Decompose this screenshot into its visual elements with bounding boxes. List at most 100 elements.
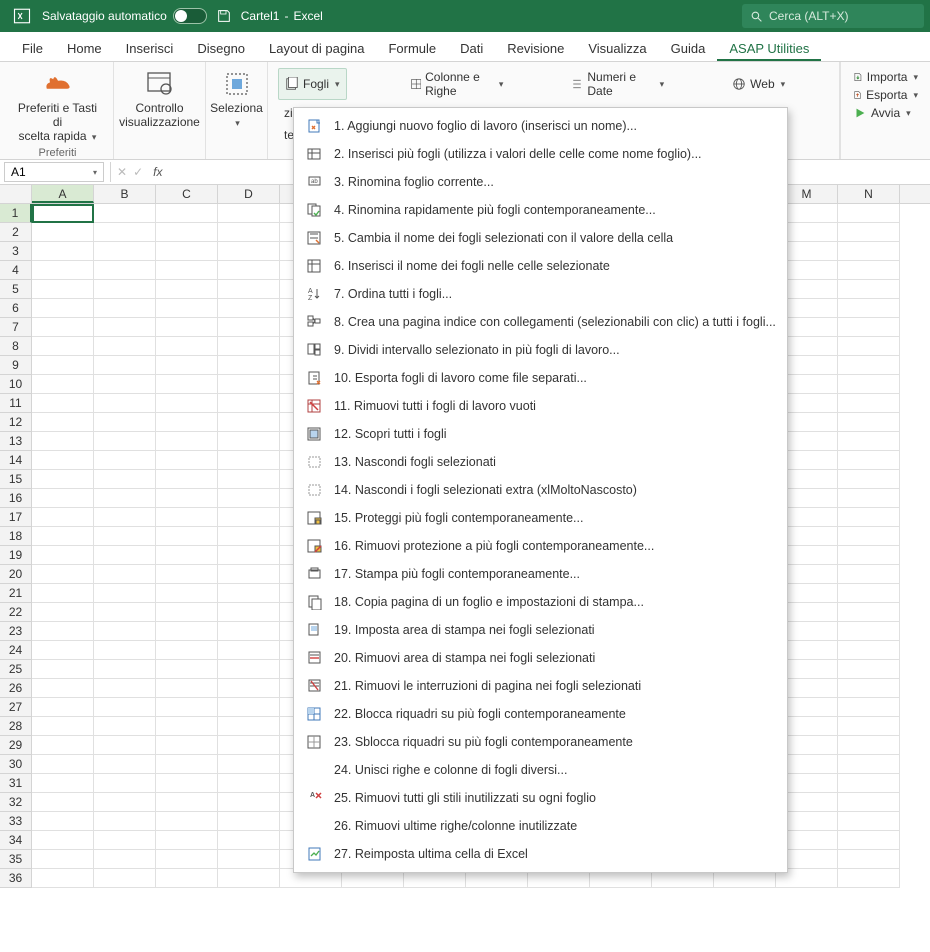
cell[interactable] — [838, 698, 900, 717]
cell[interactable] — [156, 337, 218, 356]
cell[interactable] — [218, 660, 280, 679]
cell[interactable] — [218, 204, 280, 223]
cell[interactable] — [156, 850, 218, 869]
cell[interactable] — [218, 850, 280, 869]
cell[interactable] — [218, 451, 280, 470]
cell[interactable] — [32, 261, 94, 280]
cell[interactable] — [156, 508, 218, 527]
cell[interactable] — [156, 223, 218, 242]
cell[interactable] — [156, 299, 218, 318]
cell[interactable] — [838, 869, 900, 888]
chevron-down-icon[interactable]: ▾ — [93, 168, 97, 177]
row-header[interactable]: 22 — [0, 603, 32, 622]
cell[interactable] — [94, 432, 156, 451]
cell[interactable] — [32, 223, 94, 242]
cell[interactable] — [94, 565, 156, 584]
cell[interactable] — [156, 451, 218, 470]
cell[interactable] — [838, 603, 900, 622]
menu-item-6[interactable]: 6. Inserisci il nome dei fogli nelle cel… — [294, 252, 787, 280]
cell[interactable] — [156, 641, 218, 660]
row-header[interactable]: 28 — [0, 717, 32, 736]
tab-guida[interactable]: Guida — [659, 35, 718, 61]
menu-item-16[interactable]: 16. Rimuovi protezione a più fogli conte… — [294, 532, 787, 560]
cell[interactable] — [94, 508, 156, 527]
row-header[interactable]: 13 — [0, 432, 32, 451]
cell[interactable] — [838, 242, 900, 261]
cell[interactable] — [32, 280, 94, 299]
cell[interactable] — [838, 679, 900, 698]
cell[interactable] — [94, 356, 156, 375]
cell[interactable] — [218, 375, 280, 394]
cell[interactable] — [218, 584, 280, 603]
cell[interactable] — [218, 508, 280, 527]
cell[interactable] — [32, 394, 94, 413]
cell[interactable] — [156, 736, 218, 755]
cell[interactable] — [218, 679, 280, 698]
cell[interactable] — [94, 470, 156, 489]
menu-item-2[interactable]: 2. Inserisci più fogli (utilizza i valor… — [294, 140, 787, 168]
cell[interactable] — [32, 869, 94, 888]
cell[interactable] — [838, 736, 900, 755]
cell[interactable] — [94, 660, 156, 679]
cell[interactable] — [218, 413, 280, 432]
row-header[interactable]: 36 — [0, 869, 32, 888]
cell[interactable] — [218, 261, 280, 280]
cell[interactable] — [32, 660, 94, 679]
menu-item-4[interactable]: 4. Rinomina rapidamente più fogli contem… — [294, 196, 787, 224]
cell[interactable] — [94, 546, 156, 565]
cell[interactable] — [838, 850, 900, 869]
cell[interactable] — [838, 793, 900, 812]
cell[interactable] — [838, 299, 900, 318]
cell[interactable] — [218, 641, 280, 660]
cell[interactable] — [32, 717, 94, 736]
cell[interactable] — [94, 299, 156, 318]
cell[interactable] — [156, 755, 218, 774]
row-header[interactable]: 20 — [0, 565, 32, 584]
menu-item-17[interactable]: 17. Stampa più fogli contemporaneamente.… — [294, 560, 787, 588]
menu-item-12[interactable]: 12. Scopri tutti i fogli — [294, 420, 787, 448]
cell[interactable] — [94, 755, 156, 774]
cell[interactable] — [218, 546, 280, 565]
cell[interactable] — [32, 318, 94, 337]
cell[interactable] — [32, 375, 94, 394]
cell[interactable] — [218, 774, 280, 793]
cell[interactable] — [838, 470, 900, 489]
menu-item-27[interactable]: 27. Reimposta ultima cella di Excel — [294, 840, 787, 868]
cell[interactable] — [156, 280, 218, 299]
tab-layout[interactable]: Layout di pagina — [257, 35, 376, 61]
cell[interactable] — [218, 242, 280, 261]
cell[interactable] — [838, 812, 900, 831]
cell[interactable] — [156, 584, 218, 603]
cell[interactable] — [838, 204, 900, 223]
cell[interactable] — [94, 223, 156, 242]
row-header[interactable]: 8 — [0, 337, 32, 356]
cell[interactable] — [156, 869, 218, 888]
cell[interactable] — [94, 850, 156, 869]
save-icon[interactable] — [215, 7, 233, 25]
cell[interactable] — [32, 603, 94, 622]
cell[interactable] — [94, 717, 156, 736]
cell[interactable] — [94, 318, 156, 337]
row-header[interactable]: 4 — [0, 261, 32, 280]
controllo-button[interactable]: Controllovisualizzazione — [113, 66, 206, 132]
cell[interactable] — [94, 641, 156, 660]
cell[interactable] — [94, 698, 156, 717]
row-header[interactable]: 10 — [0, 375, 32, 394]
preferiti-button[interactable]: Preferiti e Tasti discelta rapida ▾ — [8, 66, 107, 145]
cell[interactable] — [218, 432, 280, 451]
menu-item-24[interactable]: 24. Unisci righe e colonne di fogli dive… — [294, 756, 787, 784]
row-header[interactable]: 16 — [0, 489, 32, 508]
cell[interactable] — [218, 280, 280, 299]
menu-item-15[interactable]: 15. Proteggi più fogli contemporaneament… — [294, 504, 787, 532]
tab-file[interactable]: File — [10, 35, 55, 61]
cell[interactable] — [218, 318, 280, 337]
column-header[interactable]: A — [32, 185, 94, 203]
menu-item-1[interactable]: 1. Aggiungi nuovo foglio di lavoro (inse… — [294, 112, 787, 140]
cell[interactable] — [32, 565, 94, 584]
menu-item-7[interactable]: AZ7. Ordina tutti i fogli... — [294, 280, 787, 308]
cell[interactable] — [94, 261, 156, 280]
row-header[interactable]: 7 — [0, 318, 32, 337]
cell[interactable] — [94, 337, 156, 356]
esporta-button[interactable]: Esporta▾ — [849, 86, 922, 104]
seleziona-button[interactable]: Seleziona▾ — [204, 66, 269, 132]
